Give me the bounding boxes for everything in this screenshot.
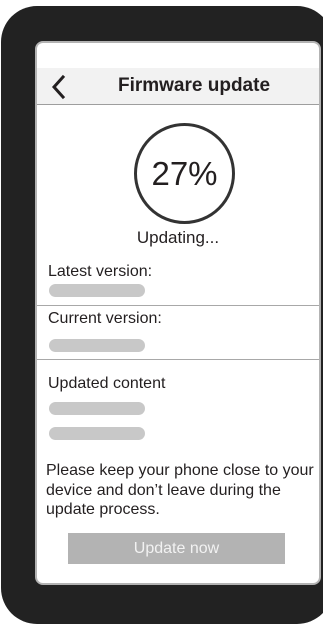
progress-percent: 27% (151, 155, 218, 192)
update-status-text: Updating... (136, 228, 220, 247)
current-version-value-placeholder (49, 339, 145, 352)
divider (37, 359, 319, 360)
update-notice-text: Please keep your phone close to your dev… (46, 462, 314, 518)
phone-screen: Firmware update 27% Updating... Latest v… (35, 41, 321, 585)
current-version-label: Current version: (48, 310, 162, 327)
chevron-left-icon[interactable] (48, 74, 70, 100)
updated-content-placeholder-line (49, 427, 145, 440)
header-bar: Firmware update (37, 68, 319, 105)
latest-version-label: Latest version: (48, 263, 153, 280)
update-now-button[interactable]: Update now (68, 533, 285, 564)
latest-version-value-placeholder (49, 284, 145, 297)
updated-content-label: Updated content (48, 375, 166, 392)
updated-content-placeholder-line (49, 402, 145, 415)
page-title: Firmware update (117, 75, 271, 96)
divider (37, 305, 319, 306)
